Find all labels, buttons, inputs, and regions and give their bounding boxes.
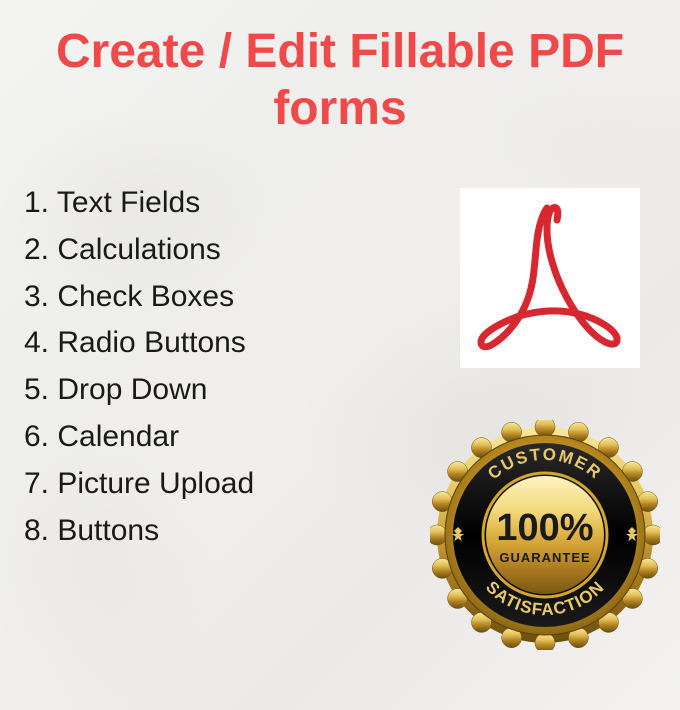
feature-list: 1. Text Fields 2. Calculations 3. Check … — [24, 180, 254, 554]
list-item: 2. Calculations — [24, 227, 254, 274]
list-item: 6. Calendar — [24, 414, 254, 461]
adobe-logo-box — [460, 188, 640, 368]
star-icon: ★ — [625, 528, 639, 545]
page-title: Create / Edit Fillable PDF forms — [0, 24, 680, 137]
title-line-2: forms — [273, 82, 406, 135]
list-item: 8. Buttons — [24, 508, 254, 555]
badge-main-text: 100% — [496, 507, 593, 549]
star-icon: ★ — [451, 528, 465, 545]
list-item: 3. Check Boxes — [24, 274, 254, 321]
list-item: 7. Picture Upload — [24, 461, 254, 508]
title-line-1: Create / Edit Fillable PDF — [56, 25, 624, 78]
list-item: 1. Text Fields — [24, 180, 254, 227]
list-item: 4. Radio Buttons — [24, 320, 254, 367]
list-item: 5. Drop Down — [24, 367, 254, 414]
guarantee-badge: CUSTOMER SATISFACTION ★ ★ 100% GUARANTEE — [430, 420, 660, 650]
badge-sub-text: GUARANTEE — [499, 550, 590, 565]
adobe-acrobat-icon — [475, 198, 625, 358]
